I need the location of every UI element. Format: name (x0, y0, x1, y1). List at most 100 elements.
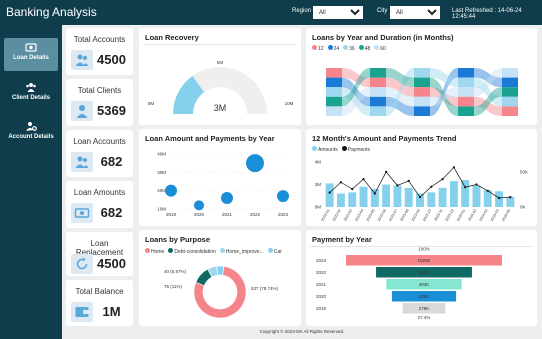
kpi-label: Total Accounts (73, 35, 126, 44)
x-tick-label: 2023-11 (434, 208, 444, 221)
payment-point (464, 186, 467, 189)
duration-ribbon-chart[interactable] (306, 28, 537, 125)
x-tick-label: 2024-02 (467, 209, 477, 222)
payment-point (486, 189, 489, 192)
amount-year-panel: Loan Amount and Payments by Year 40M 30M 2… (139, 129, 301, 226)
ribbon-column-segment (458, 77, 474, 88)
funnel-category-label: 2023 (316, 258, 327, 263)
kpi-label: Loan Accounts (73, 137, 126, 146)
sidebar: Loan Details Client Details Account Deta… (0, 25, 62, 339)
funnel-bottom-label: 27.4% (418, 315, 431, 320)
amount-bar (348, 192, 357, 207)
payment-point (441, 178, 444, 181)
bubble (165, 184, 177, 197)
ribbon-column-segment (370, 68, 386, 78)
kpi-label: Loan Amounts (73, 188, 126, 197)
bubble (194, 200, 204, 211)
amount-bar (472, 185, 481, 207)
users-icon (26, 83, 36, 92)
users-icon (71, 50, 93, 70)
gauge-chart[interactable]: 5M 0M 10M 3M (139, 28, 301, 125)
funnel-category-label: 2019 (316, 306, 327, 311)
ribbon-column-segment (370, 106, 386, 116)
last-refreshed: Last Refreshed : 14-06-24 12:45:44 (452, 8, 522, 20)
funnel-top-label: 100% (418, 247, 430, 252)
bubble-chart[interactable]: 40M 30M 20M 10M2019 2020 2021 2022 2023 (139, 129, 301, 226)
ribbon-column-segment (458, 87, 474, 97)
gauge-min-label: 0M (148, 101, 155, 106)
users-icon (71, 152, 93, 172)
city-select[interactable]: All (390, 6, 440, 19)
ribbon-column-segment (414, 87, 430, 97)
ribbon-column-segment (326, 77, 342, 88)
payment-point (385, 170, 388, 173)
region-select[interactable]: All (313, 6, 363, 19)
bubble (277, 190, 289, 203)
x-tick-label: 2023-09 (411, 209, 421, 222)
payment-year-panel: Payment by Year 100% 2023 1020K 2022 627K 202… (306, 230, 537, 326)
amount-bar (461, 180, 470, 207)
sidebar-item-loan-details[interactable]: Loan Details (4, 38, 58, 71)
ribbon-column-segment (414, 68, 430, 78)
y2-tick-label: 50K (520, 170, 528, 175)
purpose-donut-chart[interactable]: 537 (78.74%) 75 (11%) 40 (5.87%) (139, 230, 301, 326)
y-tick-label: 0M (315, 205, 322, 210)
ribbon-column-segment (502, 106, 518, 116)
y-tick-label: 30M (157, 170, 166, 175)
ribbon-column-segment (414, 77, 430, 88)
payments-line (329, 166, 511, 199)
kpi-value: 5369 (97, 103, 126, 118)
funnel-value-label: 493K (419, 282, 430, 287)
sidebar-item-client-details[interactable]: Client Details (4, 78, 58, 111)
ribbon-column-segment (326, 106, 342, 116)
y-tick-label: 20M (157, 188, 166, 193)
kpi-label: Total Balance (75, 287, 124, 296)
ribbon-column-segment (326, 68, 342, 78)
purpose-panel: Loans by Purpose Home Debt-consolidation H… (139, 230, 301, 326)
ribbon-column-segment (502, 96, 518, 107)
amount-bar (438, 187, 447, 207)
ribbon-column-segment (458, 68, 474, 78)
kpi-total-balance: Total Balance 1M (66, 280, 133, 326)
x-tick-label: 2023 (278, 212, 289, 217)
x-tick-label: 2023-06 (377, 209, 387, 222)
kpi-total-clients: Total Clients 5369 (66, 79, 133, 126)
y-tick-label: 2M (315, 182, 322, 187)
sidebar-item-label: Client Details (11, 95, 50, 101)
payment-point (418, 196, 422, 199)
x-tick-label: 2023-07 (388, 209, 398, 222)
ribbon-column-segment (414, 106, 430, 116)
ribbon-column-segment (370, 77, 386, 88)
city-label: City (377, 8, 388, 14)
ribbon-column-segment (414, 96, 430, 107)
x-tick-label: 2023-05 (366, 209, 376, 222)
ribbon-column-segment (370, 96, 386, 107)
y-tick-label: 40M (157, 152, 166, 157)
payment-point (452, 166, 455, 169)
sidebar-item-account-details[interactable]: Account Details (4, 117, 58, 150)
ribbon-column-segment (326, 87, 342, 97)
amount-bar (416, 193, 424, 207)
donut-slice (216, 265, 225, 276)
wallet-icon (71, 302, 93, 322)
money-icon (25, 43, 37, 52)
kpi-value: 4500 (97, 52, 126, 67)
trend-panel: 12 Month's Amount and Payments Trend Amo… (306, 129, 537, 226)
x-tick-label: 2020 (194, 212, 205, 217)
payment-point (351, 187, 354, 191)
funnel-value-label: 627K (419, 270, 430, 275)
trend-chart[interactable]: 4M2M0M50K0K2023-01 2023-02 2023-03 2023-04 2… (306, 129, 537, 226)
kpi-value: 682 (100, 205, 123, 220)
data-label: 40 (5.87%) (164, 269, 187, 274)
amount-bar (325, 183, 334, 207)
funnel-value-label: 279K (419, 306, 430, 311)
payment-point (373, 192, 376, 195)
user-settings-icon (26, 122, 37, 131)
kpi-loan-replacement: Loan Replacement 4500 (66, 232, 133, 276)
x-tick-label: 2021 (222, 212, 233, 217)
payment-point (497, 196, 501, 200)
payment-funnel-chart[interactable]: 100% 2023 1020K 2022 627K 2021 493K 2020 420K 201… (306, 230, 537, 326)
data-label: 537 (78.74%) (251, 286, 279, 291)
ribbon-column-segment (502, 77, 518, 88)
user-icon (71, 101, 93, 121)
